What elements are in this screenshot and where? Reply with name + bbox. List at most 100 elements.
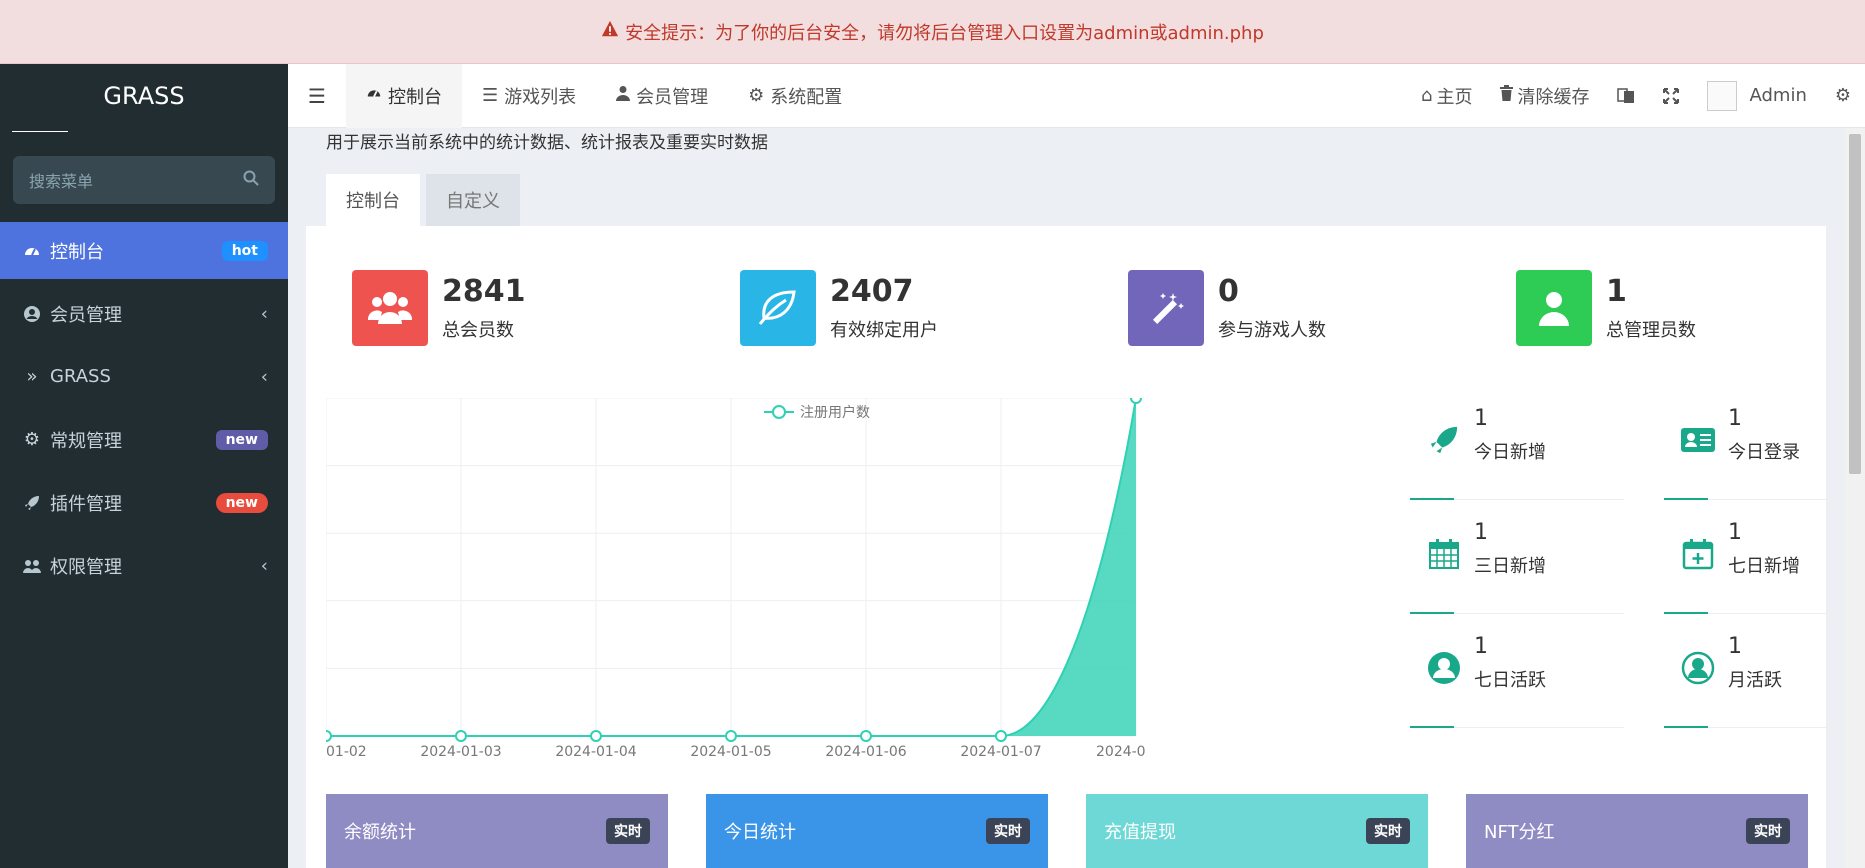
- stat-admins: 1 总管理员数: [1516, 270, 1696, 346]
- gear-icon: ⚙: [748, 85, 765, 106]
- tab-dashboard[interactable]: 控制台: [326, 174, 420, 226]
- mini-stat-value: 1: [1728, 406, 1742, 431]
- card-today-stats[interactable]: 今日统计 实时: [706, 794, 1048, 868]
- rocket-icon: [20, 495, 44, 511]
- sidebar-item-label: 控制台: [50, 241, 104, 263]
- stat-value: 2841: [442, 274, 526, 309]
- stat-value: 0: [1218, 274, 1239, 309]
- data-point: [860, 730, 872, 742]
- home-link[interactable]: ⌂ 主页: [1407, 83, 1486, 109]
- mini-stat-label: 七日新增: [1728, 556, 1800, 577]
- stat-total-members: 2841 总会员数: [352, 270, 526, 346]
- card-nft-dividend[interactable]: NFT分红 实时: [1466, 794, 1808, 868]
- chart-legend: 注册用户数: [764, 404, 870, 421]
- top-navbar: ☰ 控制台 ☰ 游戏列表 会员管理 ⚙ 系统配置 ⌂ 主页 清除缓存 Admin…: [288, 63, 1865, 128]
- sidebar-item-label: 权限管理: [50, 556, 122, 578]
- nav-dashboard[interactable]: 控制台: [346, 63, 462, 128]
- sidebar-item-general[interactable]: ⚙ 常规管理 new: [0, 411, 288, 468]
- logo-underline: [12, 131, 68, 132]
- card-title: 今日统计: [724, 822, 796, 843]
- gears-icon[interactable]: ⚙: [1821, 85, 1865, 106]
- sidebar-item-permissions[interactable]: 权限管理 ‹: [0, 537, 288, 594]
- nav-label: 系统配置: [770, 86, 843, 108]
- users-icon: [352, 270, 428, 346]
- sidebar-item-dashboard[interactable]: 控制台 hot: [0, 222, 288, 279]
- data-point: [455, 730, 467, 742]
- new-badge: new: [215, 492, 268, 513]
- card-title: 充值提现: [1104, 822, 1176, 843]
- sidebar-item-members[interactable]: 会员管理 ‹: [0, 285, 288, 342]
- sidebar-item-label: 会员管理: [50, 304, 122, 326]
- sidebar-item-label: 常规管理: [50, 430, 122, 452]
- clear-cache-button[interactable]: 清除缓存: [1486, 83, 1603, 109]
- rocket-icon: [1422, 418, 1466, 462]
- dashboard-panel: 2841 总会员数 2407 有效绑定用户 0 参与游戏人数 1 总管理员数 注…: [306, 226, 1865, 868]
- avatar: [1707, 80, 1738, 111]
- logo-text: GRASS: [103, 82, 185, 110]
- scrollbar-thumb[interactable]: [1849, 134, 1861, 474]
- search-input[interactable]: 搜索菜单: [29, 168, 93, 192]
- mini-stat-7day-new: 1 七日新增: [1664, 514, 1865, 614]
- chevron-left-icon: ‹: [260, 366, 268, 387]
- data-point: [326, 730, 332, 742]
- sidebar: GRASS 搜索菜单 控制台 hot 会员管理 ‹ » GRASS ‹ ⚙ 常规…: [0, 64, 288, 868]
- data-point: [995, 730, 1007, 742]
- registered-users-chart[interactable]: 注册用户数 01-02 2024-01-03 2024-01-04 2024-01-0…: [326, 398, 1306, 758]
- user-menu[interactable]: Admin: [1693, 80, 1820, 111]
- stat-value: 1: [1606, 274, 1627, 309]
- user-icon: [1516, 270, 1592, 346]
- accent-bar: [1410, 726, 1454, 728]
- data-point: [1130, 398, 1142, 404]
- new-badge: new: [215, 429, 268, 450]
- nav-system-config[interactable]: ⚙ 系统配置: [728, 64, 862, 128]
- mini-stat-label: 今日新增: [1474, 442, 1546, 463]
- logo[interactable]: GRASS: [0, 64, 288, 132]
- mini-stat-value: 1: [1474, 406, 1488, 431]
- dashboard-icon: [20, 242, 44, 260]
- hamburger-icon[interactable]: ☰: [288, 84, 346, 108]
- sidebar-item-grass[interactable]: » GRASS ‹: [0, 348, 288, 405]
- realtime-tag: 实时: [606, 818, 650, 844]
- gears-icon: ⚙: [23, 429, 41, 450]
- search-icon[interactable]: [243, 170, 259, 190]
- mini-stat-value: 1: [1728, 520, 1742, 545]
- users-icon: [20, 558, 44, 574]
- card-title: 余额统计: [344, 822, 416, 843]
- stat-label: 总会员数: [442, 320, 514, 341]
- legend-label: 注册用户数: [800, 404, 870, 421]
- language-icon[interactable]: [1603, 87, 1649, 104]
- trash-icon: [1500, 85, 1514, 106]
- calendar-plus-icon: [1676, 532, 1720, 576]
- x-tick-label: 2024-01-03: [420, 744, 501, 758]
- home-icon: ⌂: [1421, 85, 1433, 106]
- mini-stat-3day-new: 1 三日新增: [1410, 514, 1624, 614]
- fullscreen-icon[interactable]: [1649, 87, 1693, 104]
- mini-stat-7day-active: 1 七日活跃: [1410, 628, 1624, 728]
- sidebar-item-plugins[interactable]: 插件管理 new: [0, 474, 288, 531]
- card-balance-stats[interactable]: 余额统计 实时: [326, 794, 668, 868]
- chevron-left-icon: ‹: [260, 303, 268, 324]
- page-scrollbar[interactable]: [1845, 128, 1865, 868]
- user-circle-icon: [20, 305, 44, 323]
- hot-badge: hot: [221, 240, 268, 261]
- nav-label: 游戏列表: [504, 86, 577, 108]
- stat-game-participants: 0 参与游戏人数: [1128, 270, 1326, 346]
- accent-bar: [1664, 498, 1708, 500]
- sidebar-item-label: GRASS: [50, 366, 111, 387]
- card-recharge-withdraw[interactable]: 充值提现 实时: [1086, 794, 1428, 868]
- alert-text: 安全提示：为了你的后台安全，请勿将后台管理入口设置为admin或admin.ph…: [625, 22, 1264, 44]
- x-tick-label: 2024-01-07: [960, 744, 1041, 758]
- mini-stat-today-login: 1 今日登录: [1664, 400, 1865, 500]
- x-tick-label: 2024-01-05: [690, 744, 771, 758]
- warning-icon: [601, 20, 619, 43]
- security-alert: 安全提示：为了你的后台安全，请勿将后台管理入口设置为admin或admin.ph…: [0, 0, 1865, 64]
- legend-marker: [772, 405, 786, 419]
- double-chevron-right-icon: »: [26, 366, 38, 387]
- tab-custom[interactable]: 自定义: [426, 174, 520, 226]
- clear-cache-label: 清除缓存: [1517, 86, 1590, 108]
- search-menu[interactable]: 搜索菜单: [13, 156, 275, 204]
- nav-members[interactable]: 会员管理: [596, 64, 728, 128]
- nav-game-list[interactable]: ☰ 游戏列表: [462, 64, 596, 128]
- content-tabs: 控制台 自定义: [326, 174, 526, 226]
- data-point: [590, 730, 602, 742]
